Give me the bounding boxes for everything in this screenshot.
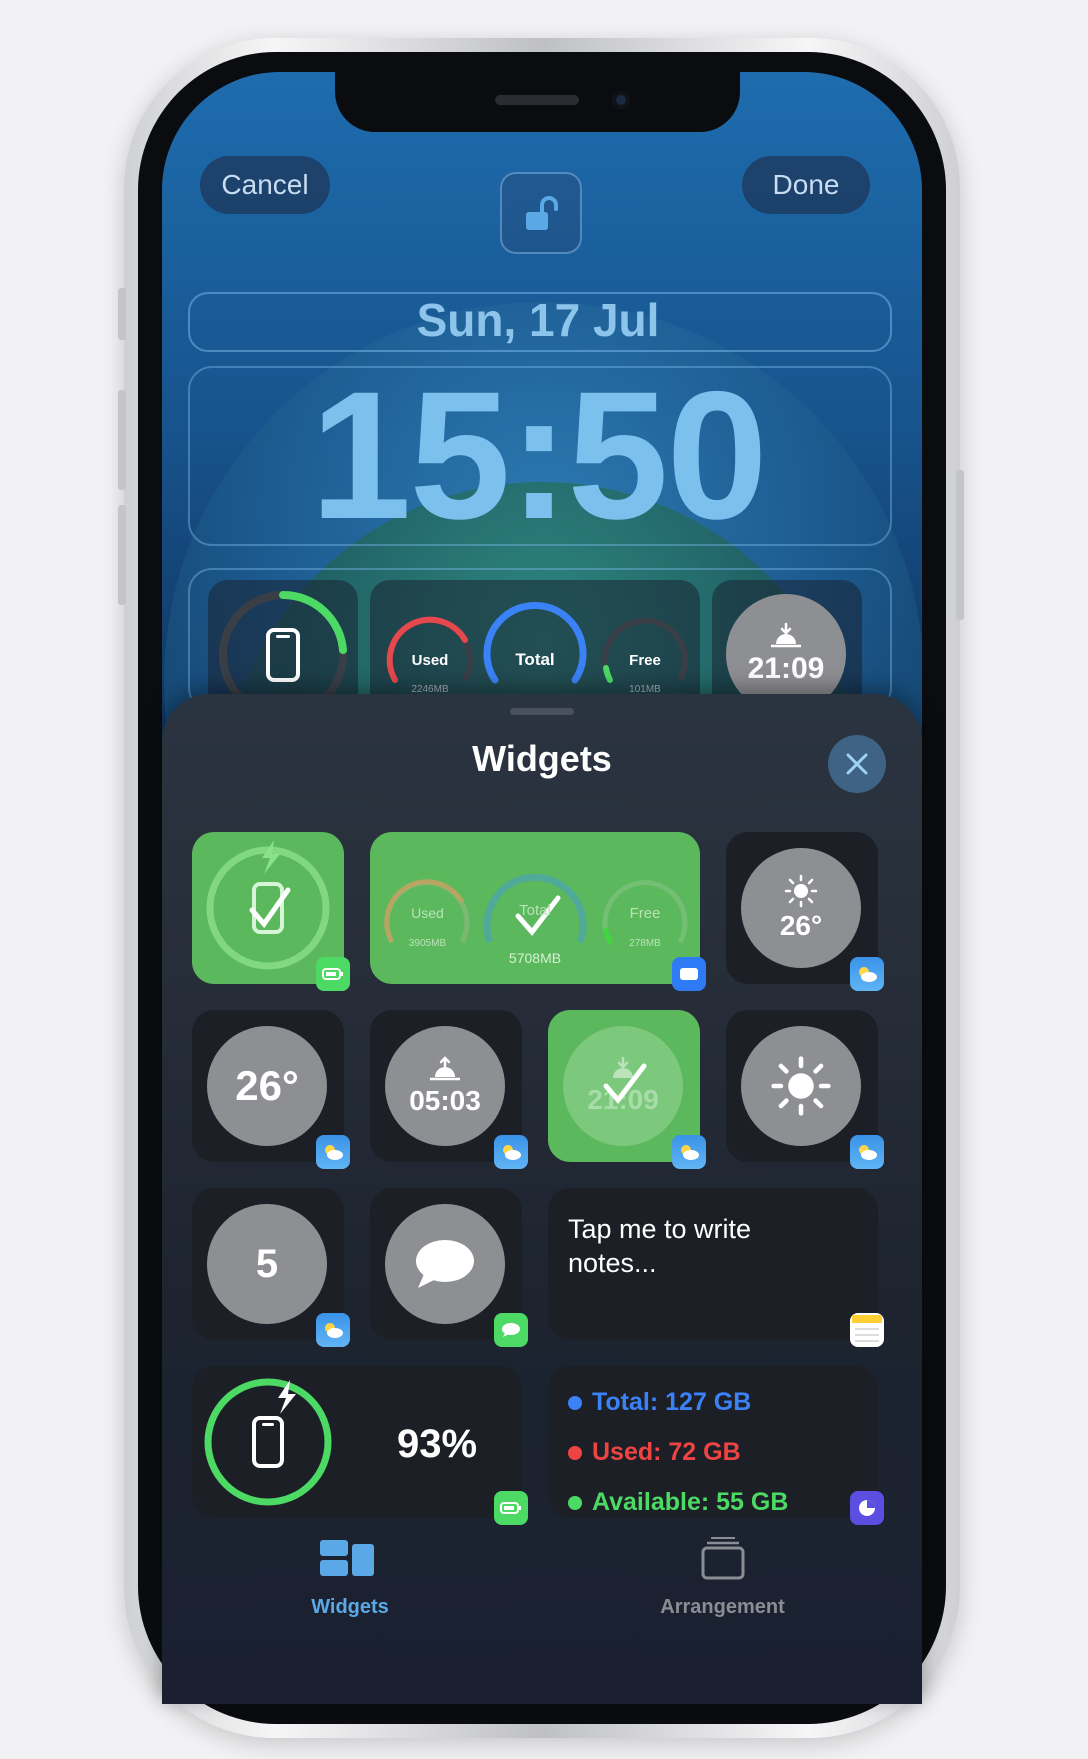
sunset-time: 21:09 bbox=[747, 652, 825, 685]
ram-free-value: 278MB bbox=[629, 938, 661, 949]
battery-percent-option[interactable]: 93% bbox=[192, 1366, 522, 1518]
lockscreen-time: 15:50 bbox=[310, 353, 768, 557]
storage-used-row: Used: 72 GB bbox=[568, 1438, 741, 1467]
storage-used-dot bbox=[568, 1445, 582, 1460]
lock-open-icon bbox=[526, 196, 558, 230]
storage-available-row: Available: 55 GB bbox=[568, 1488, 788, 1517]
weather-badge-icon bbox=[316, 1313, 350, 1347]
weather-temp: 26° bbox=[235, 1062, 299, 1109]
cancel-label: Cancel bbox=[221, 169, 309, 200]
weather-badge-icon bbox=[850, 957, 884, 991]
widgets-tab-icon bbox=[320, 1540, 374, 1576]
volume-down-button bbox=[118, 505, 126, 605]
weather-circle: 26° bbox=[207, 1026, 327, 1146]
lock-toggle-button[interactable] bbox=[500, 172, 582, 254]
notes-badge-icon bbox=[850, 1313, 884, 1347]
messages-circle bbox=[385, 1204, 505, 1324]
ram-total-value: 5708MB bbox=[508, 950, 562, 966]
weather-circle bbox=[741, 1026, 861, 1146]
sun-icon bbox=[784, 874, 818, 908]
storage-total: Total: 127 GB bbox=[592, 1388, 752, 1416]
arrangement-tab-icon bbox=[701, 1537, 745, 1580]
ram-used-label: Used bbox=[411, 652, 449, 669]
ram-widget-option[interactable]: Used 3905MB Total 5708MB Free 278MB bbox=[370, 832, 700, 984]
phone-icon bbox=[252, 1416, 284, 1468]
notes-option[interactable]: Tap me to write notes... bbox=[548, 1188, 878, 1340]
battery-badge-icon bbox=[316, 957, 350, 991]
lockscreen-battery-widget[interactable] bbox=[208, 580, 358, 710]
uv-circle: 5 bbox=[207, 1204, 327, 1324]
battery-percent: 93% bbox=[397, 1422, 478, 1466]
lockscreen-sunset-widget[interactable]: 21:09 bbox=[712, 580, 862, 710]
close-icon bbox=[846, 753, 868, 775]
sunrise-circle: 05:03 bbox=[385, 1026, 505, 1146]
ram-used-label: Used bbox=[411, 905, 444, 921]
messages-badge-icon bbox=[494, 1313, 528, 1347]
lockscreen-ram-widget[interactable]: Used 2246MB Total Free 101MB bbox=[370, 580, 700, 710]
battery-ring bbox=[204, 1378, 332, 1506]
weather-temp-small: 26° bbox=[779, 910, 823, 941]
sheet-grabber[interactable] bbox=[510, 708, 574, 715]
cancel-button[interactable]: Cancel bbox=[200, 156, 330, 214]
uv-index-value: 5 bbox=[255, 1241, 279, 1286]
ram-badge-icon bbox=[672, 957, 706, 991]
storage-used: Used: 72 GB bbox=[592, 1438, 741, 1466]
sunset-icon bbox=[771, 622, 801, 648]
home-indicator[interactable] bbox=[470, 1684, 614, 1690]
ram-total-label: Total bbox=[519, 902, 551, 919]
notes-text: Tap me to write notes... bbox=[568, 1214, 752, 1278]
front-camera bbox=[612, 91, 630, 109]
lockscreen-date: Sun, 17 Jul bbox=[416, 294, 660, 346]
weather-badge-icon bbox=[494, 1135, 528, 1169]
weather-badge-icon bbox=[672, 1135, 706, 1169]
tab-widgets[interactable]: Widgets bbox=[300, 1540, 400, 1640]
sheet-title: Widgets bbox=[472, 738, 612, 779]
sunset-circle: 21:09 bbox=[726, 594, 846, 710]
tab-widgets-label: Widgets bbox=[311, 1596, 389, 1618]
storage-total-dot bbox=[568, 1395, 582, 1410]
ram-total-label: Total bbox=[515, 650, 555, 669]
weather-badge-icon bbox=[850, 1135, 884, 1169]
bottom-tab-bar bbox=[162, 1530, 922, 1630]
close-sheet-button[interactable] bbox=[828, 735, 886, 793]
sunrise-time: 05:03 bbox=[409, 1085, 481, 1116]
mute-switch bbox=[118, 288, 126, 340]
sunrise-icon bbox=[430, 1056, 460, 1081]
ram-free-label: Free bbox=[629, 905, 661, 922]
message-icon bbox=[416, 1240, 474, 1288]
storage-available: Available: 55 GB bbox=[592, 1488, 789, 1516]
ram-used-value: 3905MB bbox=[408, 938, 447, 949]
done-button[interactable]: Done bbox=[742, 156, 870, 214]
storage-total-row: Total: 127 GB bbox=[568, 1388, 751, 1417]
done-label: Done bbox=[772, 169, 840, 200]
ram-free-label: Free bbox=[629, 652, 661, 669]
power-button bbox=[956, 470, 964, 620]
phone-icon bbox=[266, 628, 300, 682]
battery-ring bbox=[219, 590, 347, 710]
tab-arrangement-label: Arrangement bbox=[660, 1596, 785, 1618]
speaker bbox=[495, 95, 579, 105]
sun-icon bbox=[771, 1056, 831, 1116]
weather-badge-icon bbox=[316, 1135, 350, 1169]
battery-badge-icon bbox=[494, 1491, 528, 1525]
storage-option[interactable]: Total: 127 GB Used: 72 GB Available: 55 … bbox=[548, 1366, 878, 1518]
bolt-icon bbox=[262, 840, 280, 874]
volume-up-button bbox=[118, 390, 126, 490]
tab-arrangement[interactable]: Arrangement bbox=[650, 1537, 795, 1640]
weather-circle: 26° bbox=[741, 848, 861, 968]
storage-available-dot bbox=[568, 1495, 582, 1510]
storage-badge-icon bbox=[850, 1491, 884, 1525]
